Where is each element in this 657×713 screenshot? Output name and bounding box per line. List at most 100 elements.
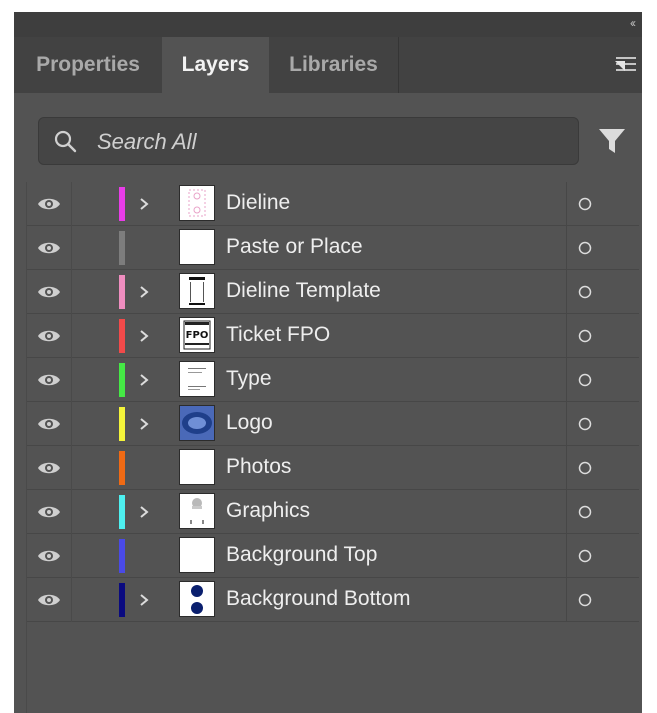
layer-color-swatch <box>119 319 125 353</box>
column-divider <box>566 578 567 622</box>
chevron-right-icon[interactable] <box>137 370 151 390</box>
layer-name[interactable]: Background Top <box>226 543 377 567</box>
panel-title-bar: ‹‹ <box>14 12 642 37</box>
chevron-right-icon[interactable] <box>137 326 151 346</box>
panel-tab-bar: Properties Layers Libraries <box>14 37 642 93</box>
collapse-panel-icon[interactable]: ‹‹ <box>630 16 636 30</box>
filter-icon[interactable] <box>597 126 627 156</box>
layer-name[interactable]: Logo <box>226 411 273 435</box>
column-divider <box>566 402 567 446</box>
visibility-eye-icon[interactable] <box>37 327 61 345</box>
layer-thumbnail <box>179 273 215 309</box>
column-divider <box>71 270 72 314</box>
tab-properties[interactable]: Properties <box>14 37 162 93</box>
layer-row[interactable]: Logo <box>27 402 639 446</box>
chevron-right-icon[interactable] <box>137 194 151 214</box>
layer-color-swatch <box>119 275 125 309</box>
target-circle-icon[interactable] <box>578 549 592 563</box>
list-corner-indicator <box>615 61 625 71</box>
layer-name[interactable]: Dieline <box>226 191 290 215</box>
layer-thumbnail: FPO <box>179 317 215 353</box>
column-divider <box>566 226 567 270</box>
layer-row[interactable]: Dieline Template <box>27 270 639 314</box>
target-circle-icon[interactable] <box>578 593 592 607</box>
column-divider <box>71 490 72 534</box>
layer-color-swatch <box>119 407 125 441</box>
target-circle-icon[interactable] <box>578 241 592 255</box>
layer-row[interactable]: Paste or Place <box>27 226 639 270</box>
layer-row[interactable]: Background Bottom <box>27 578 639 622</box>
layer-color-swatch <box>119 495 125 529</box>
search-icon <box>54 130 77 153</box>
target-circle-icon[interactable] <box>578 461 592 475</box>
target-circle-icon[interactable] <box>578 329 592 343</box>
layers-panel: ‹‹ Properties Layers Libraries Dieline Pa… <box>14 12 642 713</box>
layer-name[interactable]: Background Bottom <box>226 587 410 611</box>
tab-layers[interactable]: Layers <box>162 37 269 93</box>
visibility-eye-icon[interactable] <box>37 415 61 433</box>
visibility-eye-icon[interactable] <box>37 283 61 301</box>
target-circle-icon[interactable] <box>578 417 592 431</box>
column-divider <box>71 402 72 446</box>
visibility-eye-icon[interactable] <box>37 459 61 477</box>
layer-thumbnail <box>179 449 215 485</box>
layer-thumbnail <box>179 581 215 617</box>
layer-name[interactable]: Ticket FPO <box>226 323 330 347</box>
layer-row[interactable]: Background Top <box>27 534 639 578</box>
column-divider <box>566 182 567 226</box>
column-divider <box>566 314 567 358</box>
visibility-eye-icon[interactable] <box>37 503 61 521</box>
layer-name[interactable]: Paste or Place <box>226 235 363 259</box>
layer-name[interactable]: Type <box>226 367 272 391</box>
column-divider <box>566 490 567 534</box>
layer-row[interactable]: Photos <box>27 446 639 490</box>
layer-row[interactable]: Dieline <box>27 182 639 226</box>
visibility-eye-icon[interactable] <box>37 239 61 257</box>
layer-row[interactable]: FPO Ticket FPO <box>27 314 639 358</box>
layer-color-swatch <box>119 539 125 573</box>
visibility-eye-icon[interactable] <box>37 591 61 609</box>
chevron-right-icon[interactable] <box>137 414 151 434</box>
layer-thumbnail <box>179 537 215 573</box>
chevron-right-icon[interactable] <box>137 502 151 522</box>
layer-thumbnail <box>179 185 215 221</box>
layer-row[interactable]: Type <box>27 358 639 402</box>
layer-color-swatch <box>119 363 125 397</box>
visibility-eye-icon[interactable] <box>37 547 61 565</box>
search-input[interactable] <box>95 126 569 158</box>
column-divider <box>71 182 72 226</box>
visibility-eye-icon[interactable] <box>37 195 61 213</box>
column-divider <box>71 534 72 578</box>
column-divider <box>566 270 567 314</box>
chevron-right-icon[interactable] <box>137 590 151 610</box>
layer-color-swatch <box>119 231 125 265</box>
chevron-right-icon[interactable] <box>137 282 151 302</box>
layer-row[interactable]: Graphics <box>27 490 639 534</box>
layer-color-swatch <box>119 583 125 617</box>
column-divider <box>71 314 72 358</box>
column-divider <box>71 226 72 270</box>
layer-thumbnail <box>179 405 215 441</box>
layer-color-swatch <box>119 451 125 485</box>
tab-libraries[interactable]: Libraries <box>269 37 399 93</box>
column-divider <box>566 358 567 402</box>
target-circle-icon[interactable] <box>578 373 592 387</box>
target-circle-icon[interactable] <box>578 505 592 519</box>
layer-thumbnail <box>179 229 215 265</box>
layer-color-swatch <box>119 187 125 221</box>
target-circle-icon[interactable] <box>578 285 592 299</box>
column-divider <box>71 578 72 622</box>
target-circle-icon[interactable] <box>578 197 592 211</box>
column-divider <box>71 358 72 402</box>
layer-list: Dieline Paste or Place Dieline Template FPO… <box>26 182 639 713</box>
fpo-thumb-text: FPO <box>186 330 209 341</box>
search-box <box>38 117 579 165</box>
column-divider <box>71 446 72 490</box>
visibility-eye-icon[interactable] <box>37 371 61 389</box>
layer-thumbnail <box>179 361 215 397</box>
layer-name[interactable]: Dieline Template <box>226 279 381 303</box>
layer-name[interactable]: Photos <box>226 455 291 479</box>
layer-name[interactable]: Graphics <box>226 499 310 523</box>
column-divider <box>566 534 567 578</box>
layer-thumbnail <box>179 493 215 529</box>
